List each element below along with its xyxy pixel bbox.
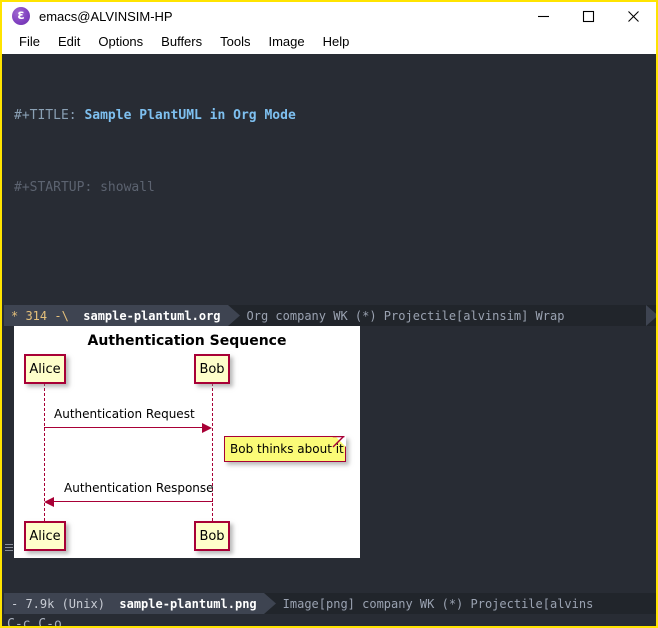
menu-item-tools[interactable]: Tools bbox=[211, 30, 259, 54]
arrowhead-request-icon bbox=[202, 423, 212, 433]
line-blank-1 bbox=[14, 248, 658, 272]
echo-area: C-c C-o bbox=[4, 614, 658, 628]
title-keyword: #+TITLE: bbox=[14, 108, 77, 123]
maximize-icon bbox=[582, 10, 595, 23]
note-fold-edge-icon bbox=[332, 436, 347, 451]
menu-item-buffers[interactable]: Buffers bbox=[152, 30, 211, 54]
note-bob-thinks: Bob thinks about it bbox=[224, 436, 346, 462]
participant-bob-bottom: Bob bbox=[194, 521, 230, 551]
message-label-response: Authentication Response bbox=[64, 481, 214, 495]
modeline-bottom: - 7.9k (Unix) sample-plantuml.png Image[… bbox=[4, 593, 658, 614]
image-continuation-marker bbox=[5, 544, 13, 553]
close-button[interactable] bbox=[611, 2, 656, 30]
blank-1 bbox=[14, 252, 22, 267]
powerline-arrow-bottom-icon bbox=[264, 593, 276, 614]
participant-alice-top-label: Alice bbox=[29, 362, 60, 377]
diagram-title: Authentication Sequence bbox=[14, 333, 360, 349]
line-startup: #+STARTUP: showall bbox=[14, 176, 658, 200]
modeline-bottom-filename: sample-plantuml.png bbox=[119, 597, 256, 611]
title-bar: emacs@ALVINSIM-HP bbox=[2, 2, 656, 30]
modeline-bottom-right: Image[png] company WK (*) Projectile[alv… bbox=[276, 593, 658, 614]
line-title: #+TITLE: Sample PlantUML in Org Mode bbox=[14, 104, 658, 128]
window-title: emacs@ALVINSIM-HP bbox=[39, 9, 173, 24]
participant-bob-top-label: Bob bbox=[199, 362, 224, 377]
plantuml-diagram: Authentication Sequence Alice Bob Authen… bbox=[14, 326, 360, 558]
note-label: Bob thinks about it bbox=[230, 442, 344, 456]
menu-item-options[interactable]: Options bbox=[89, 30, 152, 54]
emacs-window: emacs@ALVINSIM-HP File Edit Options Buff… bbox=[0, 0, 658, 628]
maximize-button[interactable] bbox=[566, 2, 611, 30]
modeline-top-status: * 314 -\ bbox=[11, 309, 69, 323]
participant-alice-bottom-label: Alice bbox=[29, 529, 60, 544]
minimize-icon bbox=[537, 10, 550, 23]
message-line-response bbox=[52, 501, 213, 502]
modeline-bottom-status: - 7.9k (Unix) bbox=[11, 597, 105, 611]
emacs-frame: #+TITLE: Sample PlantUML in Org Mode #+S… bbox=[4, 56, 658, 628]
title-value: Sample PlantUML in Org Mode bbox=[77, 108, 296, 123]
close-icon bbox=[627, 10, 640, 23]
modeline-top-filename: sample-plantuml.org bbox=[83, 309, 220, 323]
modeline-top: * 314 -\ sample-plantuml.org Org company… bbox=[4, 305, 658, 326]
startup-text: #+STARTUP: showall bbox=[14, 180, 155, 195]
modeline-bottom-gap bbox=[105, 597, 119, 611]
arrowhead-response-icon bbox=[44, 497, 54, 507]
powerline-end-arrow-icon bbox=[646, 305, 658, 326]
powerline-arrow-icon bbox=[228, 305, 240, 326]
menu-bar: File Edit Options Buffers Tools Image He… bbox=[2, 30, 656, 54]
participant-bob-top: Bob bbox=[194, 354, 230, 384]
image-left-fringe bbox=[4, 326, 14, 593]
left-fringe bbox=[4, 56, 14, 305]
org-buffer-text[interactable]: #+TITLE: Sample PlantUML in Org Mode #+S… bbox=[14, 56, 658, 305]
modeline-top-left: * 314 -\ sample-plantuml.org bbox=[4, 305, 228, 326]
modeline-bottom-left: - 7.9k (Unix) sample-plantuml.png bbox=[4, 593, 264, 614]
message-label-request: Authentication Request bbox=[54, 407, 195, 421]
modeline-top-gap bbox=[69, 309, 83, 323]
minimize-button[interactable] bbox=[521, 2, 566, 30]
participant-alice-bottom: Alice bbox=[24, 521, 66, 551]
participant-alice-top: Alice bbox=[24, 354, 66, 384]
emacs-icon bbox=[12, 7, 30, 25]
message-line-request bbox=[44, 427, 204, 428]
menu-item-help[interactable]: Help bbox=[314, 30, 359, 54]
participant-bob-bottom-label: Bob bbox=[199, 529, 224, 544]
menu-item-file[interactable]: File bbox=[10, 30, 49, 54]
org-buffer-window[interactable]: #+TITLE: Sample PlantUML in Org Mode #+S… bbox=[4, 56, 658, 305]
image-buffer-window[interactable]: Authentication Sequence Alice Bob Authen… bbox=[4, 326, 658, 593]
modeline-top-right: Org company WK (*) Projectile[alvinsim] … bbox=[240, 305, 646, 326]
menu-item-image[interactable]: Image bbox=[259, 30, 313, 54]
menu-item-edit[interactable]: Edit bbox=[49, 30, 89, 54]
